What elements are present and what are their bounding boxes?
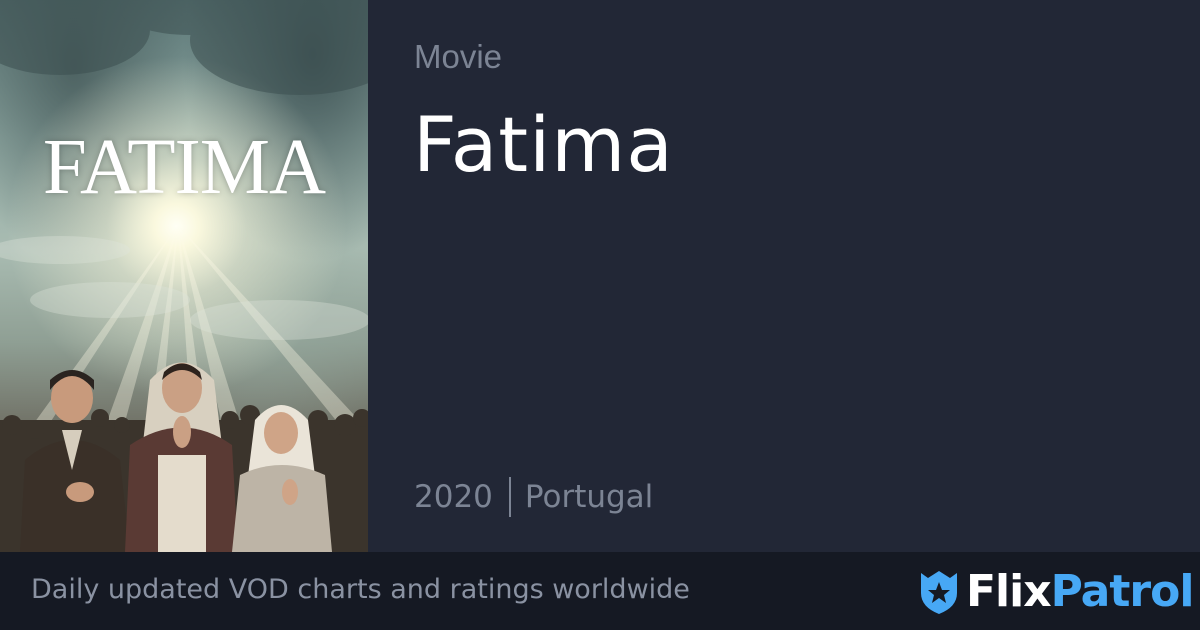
poster-artwork <box>0 0 368 552</box>
release-year: 2020 <box>414 478 493 515</box>
footer-bar: Daily updated VOD charts and ratings wor… <box>0 552 1200 630</box>
brand-name-flix: Flix <box>966 566 1052 617</box>
share-card: FATIMA Movie Fatima 2020 Portugal Daily … <box>0 0 1200 630</box>
meta-divider <box>508 477 511 517</box>
movie-poster: FATIMA <box>0 0 368 552</box>
brand-name: FlixPatrol <box>966 570 1194 614</box>
content-type-label: Movie <box>414 38 503 75</box>
country: Portugal <box>524 478 654 515</box>
flixpatrol-logo[interactable]: FlixPatrol <box>918 567 1194 617</box>
tagline: Daily updated VOD charts and ratings wor… <box>31 574 690 605</box>
brand-name-patrol: Patrol <box>1050 566 1195 617</box>
movie-info-panel: Movie Fatima 2020 Portugal <box>368 0 1200 552</box>
movie-title: Fatima <box>413 100 674 189</box>
shield-star-icon <box>921 571 957 614</box>
poster-title: FATIMA <box>42 124 326 211</box>
movie-meta: 2020 Portugal <box>414 477 653 517</box>
